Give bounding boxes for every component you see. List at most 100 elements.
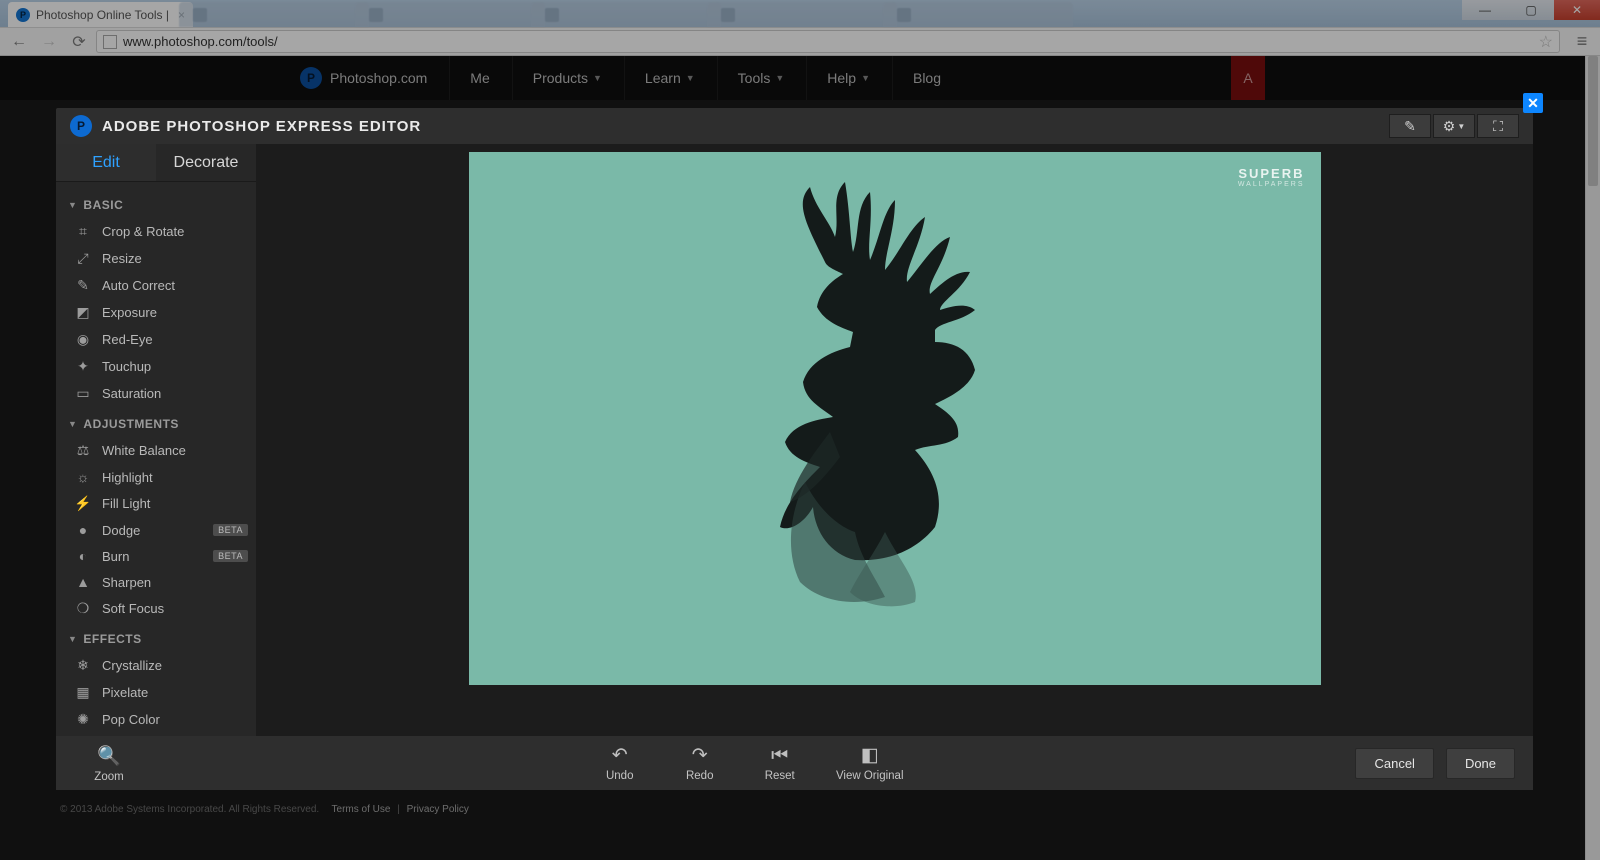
footer-link-privacy[interactable]: Privacy Policy bbox=[407, 804, 469, 815]
header-fullscreen-button[interactable]: ⛶ bbox=[1477, 114, 1519, 138]
tool-label: Sharpen bbox=[102, 575, 151, 590]
favicon-icon: P bbox=[16, 8, 30, 22]
tool-label: Highlight bbox=[102, 470, 153, 485]
tool-label: Dodge bbox=[102, 523, 140, 538]
browser-tab-ghost[interactable] bbox=[531, 2, 721, 27]
group-header[interactable]: ▼BASIC bbox=[68, 198, 252, 212]
back-button[interactable]: ← bbox=[6, 30, 32, 54]
browser-tab-ghost[interactable] bbox=[179, 2, 369, 27]
window-minimize-button[interactable]: — bbox=[1462, 0, 1508, 20]
tool-label: Exposure bbox=[102, 305, 157, 320]
tool-pixelate[interactable]: ▦Pixelate bbox=[66, 679, 252, 706]
tool-red-eye[interactable]: ◉Red-Eye bbox=[66, 326, 252, 353]
nav-products[interactable]: Products▼ bbox=[512, 56, 622, 100]
tool-icon: ⌗ bbox=[74, 223, 92, 240]
tab-edit[interactable]: Edit bbox=[56, 144, 156, 181]
canvas-area: SUPERB WALLPAPERS bbox=[256, 144, 1533, 736]
tool-icon: ❍ bbox=[74, 600, 92, 617]
watermark: SUPERB WALLPAPERS bbox=[1238, 166, 1305, 188]
tool-icon: ◩ bbox=[74, 304, 92, 321]
nav-learn[interactable]: Learn▼ bbox=[624, 56, 715, 100]
tool-white-balance[interactable]: ⚖White Balance bbox=[66, 437, 252, 464]
magnifier-icon: 🔍 bbox=[97, 744, 121, 768]
tool-exposure[interactable]: ◩ Exposure bbox=[66, 299, 252, 326]
tool-highlight[interactable]: ☼Highlight bbox=[66, 464, 252, 490]
chevron-down-icon: ▼ bbox=[68, 634, 77, 644]
reset-icon: ⏮ bbox=[771, 745, 788, 767]
tool-pop-color[interactable]: ✺ Pop Color bbox=[66, 706, 252, 733]
reset-button[interactable]: ⏮Reset bbox=[745, 744, 815, 782]
header-settings-button[interactable]: ⚙▼ bbox=[1433, 114, 1475, 138]
page-scrollbar[interactable] bbox=[1585, 56, 1600, 860]
reload-button[interactable]: ⟳ bbox=[66, 30, 92, 54]
view-original-button[interactable]: ◧View Original bbox=[825, 744, 915, 782]
tool-icon: ✺ bbox=[74, 711, 92, 728]
site-top-nav: P Photoshop.com Me Products▼ Learn▼ Tool… bbox=[0, 56, 1585, 100]
adobe-badge[interactable]: A bbox=[1231, 56, 1265, 100]
cancel-button[interactable]: Cancel bbox=[1355, 748, 1433, 779]
bookmark-icon[interactable]: ☆ bbox=[1539, 32, 1553, 52]
tool-burn[interactable]: ◐BurnBETA bbox=[66, 543, 252, 569]
browser-tab-ghost[interactable] bbox=[355, 2, 545, 27]
chevron-down-icon: ▼ bbox=[861, 73, 870, 83]
tool-icon: ⚡ bbox=[74, 495, 92, 512]
image-canvas[interactable]: SUPERB WALLPAPERS bbox=[469, 152, 1321, 685]
tool-scroll[interactable]: ▼BASIC ⌗ Crop & Rotate ⤢Resize✎Auto Correct… bbox=[56, 182, 256, 736]
site-brand[interactable]: P Photoshop.com bbox=[300, 67, 427, 89]
tool-dodge[interactable]: ●DodgeBETA bbox=[66, 517, 252, 543]
express-editor: ✕ P ADOBE PHOTOSHOP EXPRESS EDITOR ✎ ⚙▼ … bbox=[56, 108, 1533, 790]
tool-label: Pop Color bbox=[102, 712, 160, 727]
tool-label: Red-Eye bbox=[102, 332, 153, 347]
undo-button[interactable]: ↶Undo bbox=[585, 744, 655, 782]
tool-sharpen[interactable]: ▲ Sharpen bbox=[66, 569, 252, 595]
page-footer: © 2013 Adobe Systems Incorporated. All R… bbox=[60, 804, 473, 815]
tool-saturation[interactable]: ▭Saturation bbox=[66, 380, 252, 407]
tool-icon: ▲ bbox=[74, 574, 92, 590]
nav-help[interactable]: Help▼ bbox=[806, 56, 890, 100]
tool-crop-rotate[interactable]: ⌗ Crop & Rotate bbox=[66, 218, 252, 245]
browser-tab-ghost[interactable] bbox=[883, 2, 1073, 27]
redo-button[interactable]: ↷Redo bbox=[665, 744, 735, 782]
brand-text: Photoshop.com bbox=[330, 70, 427, 86]
nav-me[interactable]: Me bbox=[449, 56, 509, 100]
window-maximize-button[interactable]: ▢ bbox=[1508, 0, 1554, 20]
header-tool-button[interactable]: ✎ bbox=[1389, 114, 1431, 138]
tool-touchup[interactable]: ✦Touchup bbox=[66, 353, 252, 380]
editor-title: ADOBE PHOTOSHOP EXPRESS EDITOR bbox=[102, 118, 421, 135]
nav-blog[interactable]: Blog bbox=[892, 56, 961, 100]
footer-link-terms[interactable]: Terms of Use bbox=[332, 804, 391, 815]
group-header[interactable]: ▼ADJUSTMENTS bbox=[68, 417, 252, 431]
done-button[interactable]: Done bbox=[1446, 748, 1515, 779]
tab-title: Photoshop Online Tools | bbox=[36, 8, 169, 22]
deer-artwork bbox=[735, 182, 1055, 612]
address-bar[interactable]: www.photoshop.com/tools/ ☆ bbox=[96, 30, 1560, 53]
tool-label: Crystallize bbox=[102, 658, 162, 673]
beta-badge: BETA bbox=[213, 550, 248, 562]
tool-label: Touchup bbox=[102, 359, 151, 374]
zoom-button[interactable]: 🔍Zoom bbox=[74, 744, 144, 783]
nav-tools[interactable]: Tools▼ bbox=[717, 56, 805, 100]
tab-decorate[interactable]: Decorate bbox=[156, 144, 256, 181]
tool-crystallize[interactable]: ❄Crystallize bbox=[66, 652, 252, 679]
toolbar: ← → ⟳ www.photoshop.com/tools/ ☆ ≡ bbox=[0, 27, 1600, 56]
tab-strip: P Photoshop Online Tools | × — ▢ ✕ bbox=[0, 0, 1600, 27]
editor-footer: 🔍Zoom ↶Undo ↷Redo ⏮Reset ◧View Original … bbox=[56, 736, 1533, 790]
tool-icon: ▭ bbox=[74, 385, 92, 402]
page-icon bbox=[103, 35, 117, 49]
chevron-down-icon: ▼ bbox=[68, 200, 77, 210]
chrome-menu-icon[interactable]: ≡ bbox=[1570, 31, 1594, 52]
tool-auto-correct[interactable]: ✎Auto Correct bbox=[66, 272, 252, 299]
chevron-down-icon: ▼ bbox=[593, 73, 602, 83]
forward-button[interactable]: → bbox=[36, 30, 62, 54]
browser-tab-ghost[interactable] bbox=[707, 2, 897, 27]
tool-resize[interactable]: ⤢Resize bbox=[66, 245, 252, 272]
window-close-button[interactable]: ✕ bbox=[1554, 0, 1600, 20]
tool-icon: ✎ bbox=[74, 277, 92, 294]
tool-label: Crop & Rotate bbox=[102, 224, 184, 239]
browser-tab-active[interactable]: P Photoshop Online Tools | × bbox=[8, 2, 193, 27]
tool-fill-light[interactable]: ⚡ Fill Light bbox=[66, 490, 252, 517]
tool-soft-focus[interactable]: ❍Soft Focus bbox=[66, 595, 252, 622]
group-header[interactable]: ▼EFFECTS bbox=[68, 632, 252, 646]
browser-chrome: P Photoshop Online Tools | × — ▢ ✕ ← → ⟳… bbox=[0, 0, 1600, 56]
tool-label: Fill Light bbox=[102, 496, 150, 511]
